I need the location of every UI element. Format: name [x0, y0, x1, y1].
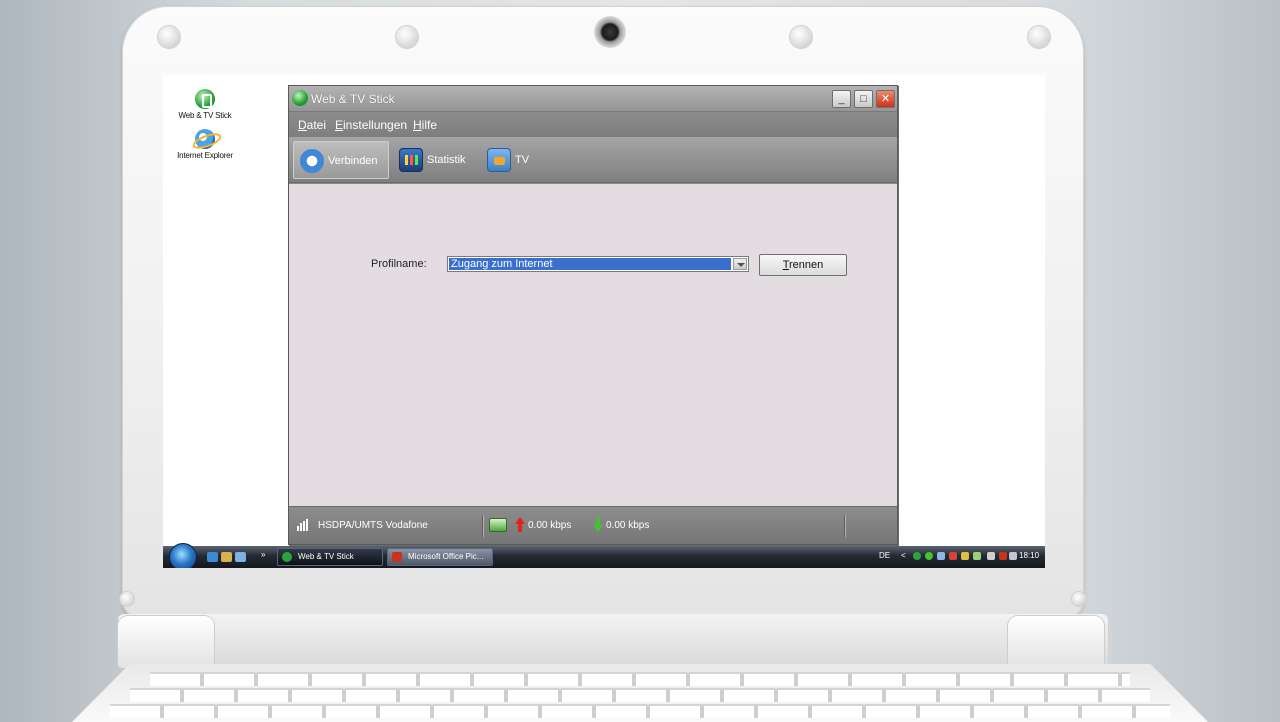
disconnect-button[interactable]: Trennen — [759, 254, 847, 276]
start-button[interactable] — [169, 543, 197, 568]
status-separator — [482, 515, 484, 537]
laptop-hinge-right — [1008, 616, 1104, 668]
chevron-down-icon[interactable] — [733, 258, 747, 270]
taskbar-item-label: Microsoft Office Pic... — [408, 552, 484, 561]
app-logo-icon — [292, 90, 308, 106]
tab-verbinden[interactable]: Verbinden — [293, 141, 389, 179]
office-picture-icon — [392, 552, 402, 562]
internet-explorer-icon — [195, 129, 215, 149]
tray-chevron[interactable]: < — [901, 551, 906, 560]
taskbar-item-web-tv-stick[interactable]: Web & TV Stick — [277, 548, 383, 566]
menu-label: instellungen — [343, 118, 408, 132]
download-arrow-icon — [593, 517, 603, 533]
clock[interactable]: 18:10 — [1019, 551, 1039, 560]
taskbar: » Web & TV Stick Microsoft Office Pic...… — [163, 543, 1045, 568]
profile-label: Profilname: — [371, 258, 427, 270]
tab-label: TV — [515, 154, 530, 166]
laptop-hinge-left — [118, 616, 214, 668]
menu-einstellungen[interactable]: Einstellungen — [335, 118, 407, 132]
download-rate: 0.00 kbps — [606, 520, 650, 531]
web-tv-stick-icon — [195, 89, 215, 109]
network-status: HSDPA/UMTS Vodafone — [318, 520, 428, 531]
app-window: Web & TV Stick _ □ ✕ Datei Einstellungen… — [288, 85, 898, 545]
quicklaunch-overflow[interactable]: » — [261, 550, 265, 559]
button-label: rennen — [789, 259, 824, 271]
taskbar-item-office-picture-manager[interactable]: Microsoft Office Pic... — [387, 548, 493, 566]
menu-accel: E — [335, 118, 344, 132]
window-title: Web & TV Stick — [311, 92, 395, 106]
menu-accel: H — [413, 118, 422, 132]
menu-datei[interactable]: Datei — [298, 118, 326, 132]
bezel-bumper-bottom-left — [120, 592, 134, 606]
desktop-icon-label: Web & TV Stick — [178, 111, 232, 120]
laptop-hinge-bar — [118, 614, 1108, 670]
keyboard-row — [150, 672, 1130, 686]
bezel-bumper-left — [158, 26, 180, 48]
tab-label: Statistik — [427, 154, 466, 166]
tray-volume-icon[interactable] — [1009, 552, 1017, 560]
desktop-icon-label: Internet Explorer — [177, 151, 233, 160]
profile-select[interactable]: Zugang zum Internet — [447, 256, 749, 272]
taskbar-item-label: Web & TV Stick — [298, 552, 354, 561]
tray-network-icon[interactable] — [937, 552, 945, 560]
web-tv-stick-icon — [282, 552, 292, 562]
menu-label: atei — [306, 118, 327, 132]
tray-power-icon[interactable] — [999, 552, 1007, 560]
bezel-bumper-bottom-right — [1072, 592, 1086, 606]
tray-web-tv-stick-icon[interactable] — [913, 552, 921, 560]
connect-icon — [300, 149, 324, 173]
signal-strength-icon — [297, 519, 311, 531]
close-button[interactable]: ✕ — [876, 90, 895, 108]
title-bar[interactable]: Web & TV Stick _ □ ✕ — [289, 86, 897, 112]
tab-tv[interactable]: TV — [481, 141, 541, 179]
tv-icon — [487, 148, 511, 172]
desktop-icon-internet-explorer[interactable]: Internet Explorer — [165, 129, 245, 160]
quicklaunch-ie-icon[interactable] — [207, 552, 218, 562]
desktop-icon-web-tv-stick[interactable]: Web & TV Stick — [165, 89, 245, 120]
bezel-bumper-mid-left — [396, 26, 418, 48]
maximize-button[interactable]: □ — [854, 90, 873, 108]
keyboard-row — [130, 688, 1150, 702]
tray-antivirus-icon[interactable] — [987, 552, 995, 560]
profile-select-value: Zugang zum Internet — [448, 257, 732, 271]
menu-bar: Datei Einstellungen Hilfe — [289, 113, 897, 137]
tray-security-icon[interactable] — [925, 552, 933, 560]
status-bar: HSDPA/UMTS Vodafone 0.00 kbps 0.00 kbps — [289, 506, 897, 544]
minimize-button[interactable]: _ — [832, 90, 851, 108]
status-separator — [844, 515, 846, 537]
bezel-bumper-right — [1028, 26, 1050, 48]
upload-arrow-icon — [515, 517, 525, 533]
tray-wifi-icon[interactable] — [973, 552, 981, 560]
bezel-bumper-mid-right — [790, 26, 812, 48]
webcam — [594, 16, 626, 48]
toolbar: Verbinden Statistik TV — [289, 137, 897, 183]
quicklaunch-explorer-icon[interactable] — [221, 552, 232, 562]
tray-update-icon[interactable] — [961, 552, 969, 560]
network-connection-icon — [489, 518, 507, 532]
tab-statistik[interactable]: Statistik — [393, 141, 477, 179]
quicklaunch-desktop-icon[interactable] — [235, 552, 246, 562]
tab-label: Verbinden — [328, 155, 378, 167]
menu-hilfe[interactable]: Hilfe — [413, 118, 437, 132]
laptop-screen: Web & TV Stick Internet Explorer Web & T… — [163, 75, 1045, 568]
statistics-icon — [399, 148, 423, 172]
keyboard-row — [110, 704, 1170, 718]
tray-shield-icon[interactable] — [949, 552, 957, 560]
menu-accel: D — [298, 118, 307, 132]
upload-rate: 0.00 kbps — [528, 520, 572, 531]
language-indicator[interactable]: DE — [879, 551, 890, 560]
connect-panel: Profilname: Zugang zum Internet Trennen — [289, 184, 897, 506]
menu-label: ilfe — [421, 118, 438, 132]
